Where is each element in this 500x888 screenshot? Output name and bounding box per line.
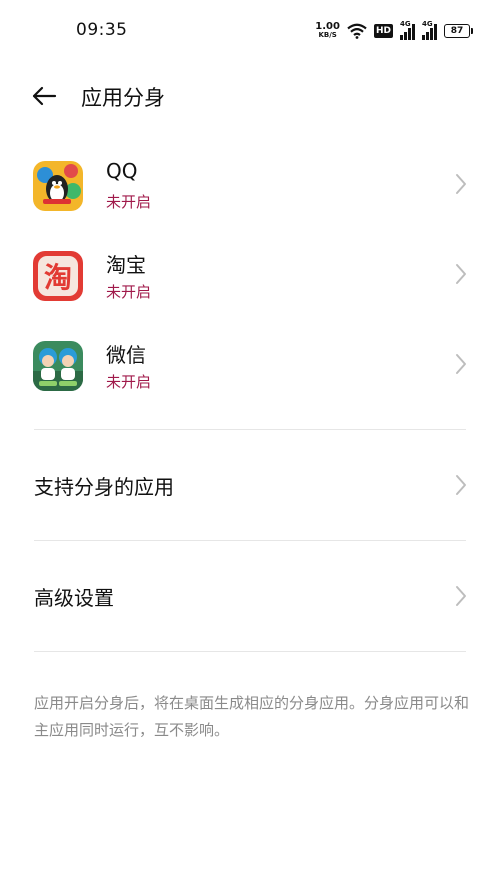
network-speed-value: 1.00	[315, 21, 340, 32]
chevron-right-icon	[456, 264, 466, 284]
taobao-icon: 淘	[33, 251, 83, 301]
app-item-taobao[interactable]: 淘 淘宝 未开启	[0, 251, 500, 341]
taobao-icon-glyph: 淘	[44, 261, 72, 294]
supported-apps-label: 支持分身的应用	[34, 475, 174, 499]
back-arrow-icon	[32, 86, 57, 106]
signal-sim1-icon: 4G	[400, 20, 415, 40]
app-name: 淘宝	[106, 253, 146, 277]
footnote-text: 应用开启分身后，将在桌面生成相应的分身应用。分身应用可以和主应用同时运行，互不影…	[34, 694, 470, 739]
app-item-wechat[interactable]: 微信 未开启	[0, 341, 500, 431]
signal-sim2-icon: 4G	[422, 20, 437, 40]
advanced-settings-label: 高级设置	[34, 586, 114, 610]
network-speed: 1.00 KB/S	[315, 21, 340, 40]
status-bar: 09:35 1.00 KB/S HD 4G 4G 87	[0, 0, 500, 62]
chevron-right-icon	[456, 354, 466, 374]
app-status: 未开启	[106, 193, 152, 211]
chevron-right-icon	[456, 586, 466, 606]
wechat-icon	[33, 341, 83, 391]
wifi-icon	[347, 23, 367, 39]
divider	[34, 651, 466, 652]
app-status: 未开启	[106, 373, 152, 391]
app-name: QQ	[106, 159, 138, 183]
app-status: 未开启	[106, 283, 152, 301]
divider	[34, 540, 466, 541]
chevron-right-icon	[456, 475, 466, 495]
chevron-right-icon	[456, 174, 466, 194]
hd-voice-icon: HD	[373, 24, 393, 38]
supported-apps-item[interactable]: 支持分身的应用	[0, 455, 500, 515]
sim1-network-label: 4G	[400, 20, 411, 28]
status-icons: 1.00 KB/S HD 4G 4G 87	[315, 20, 473, 42]
sim2-network-label: 4G	[422, 20, 433, 28]
battery-level: 87	[450, 26, 464, 36]
app-name: 微信	[106, 343, 146, 367]
page-title: 应用分身	[81, 86, 165, 110]
status-time: 09:35	[76, 20, 128, 40]
network-speed-unit: KB/S	[318, 31, 337, 39]
qq-icon	[33, 161, 83, 211]
advanced-settings-item[interactable]: 高级设置	[0, 566, 500, 626]
battery-icon: 87	[444, 24, 473, 38]
divider	[34, 429, 466, 430]
back-button[interactable]	[28, 80, 60, 112]
app-item-qq[interactable]: QQ 未开启	[0, 159, 500, 251]
